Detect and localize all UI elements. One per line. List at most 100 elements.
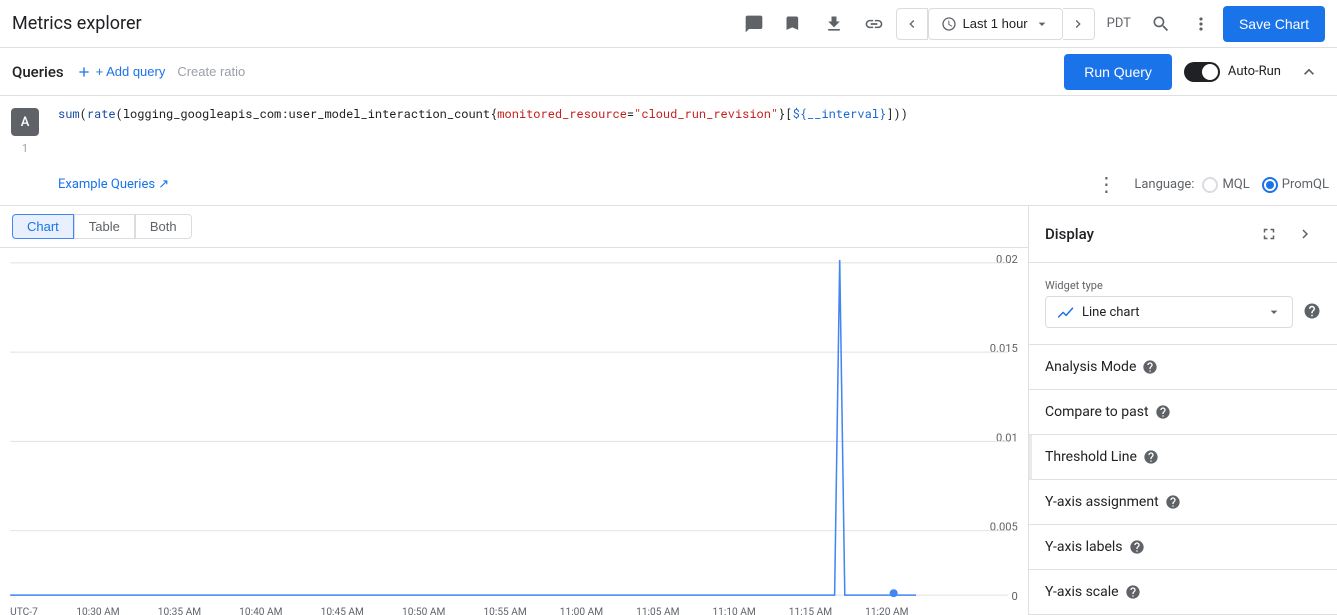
prev-btn[interactable] xyxy=(896,8,928,40)
svg-text:11:20 AM: 11:20 AM xyxy=(865,607,908,615)
promql-radio[interactable]: PromQL xyxy=(1262,177,1329,193)
panel-section-left-analysis-mode: Analysis Mode xyxy=(1045,359,1158,375)
chat-icon-btn[interactable] xyxy=(736,6,772,42)
widget-type-label: Widget type xyxy=(1045,279,1321,292)
queries-left: Queries + Add query Create ratio xyxy=(12,63,245,81)
language-toggle: Language: MQL PromQL xyxy=(1134,177,1329,193)
widget-type-select[interactable]: Line chart xyxy=(1045,296,1293,328)
display-panel-header: Display xyxy=(1029,206,1337,263)
queries-title: Queries xyxy=(12,63,64,81)
query-code[interactable]: sum(rate(logging_googleapis_com:user_mod… xyxy=(58,104,1329,124)
promql-radio-circle xyxy=(1262,177,1278,193)
panel-section-threshold-line[interactable]: Threshold Line xyxy=(1029,435,1337,480)
help-icon-y-axis-labels[interactable] xyxy=(1129,539,1145,555)
panel-section-title-y-axis-assignment: Y-axis assignment xyxy=(1045,494,1159,510)
next-btn[interactable] xyxy=(1063,8,1095,40)
query-func-sum: sum xyxy=(58,106,80,122)
chart-line xyxy=(10,260,916,595)
query-editor-content[interactable]: sum(rate(logging_googleapis_com:user_mod… xyxy=(50,96,1337,205)
svg-text:11:00 AM: 11:00 AM xyxy=(560,607,603,615)
panel-section-analysis-mode[interactable]: Analysis Mode xyxy=(1029,345,1337,390)
auto-run-label: Auto-Run xyxy=(1228,64,1281,79)
svg-text:0.015: 0.015 xyxy=(990,342,1018,355)
example-queries-link[interactable]: Example Queries ↗ xyxy=(58,177,169,192)
help-icon-y-axis-assignment[interactable] xyxy=(1165,494,1181,510)
panel-section-left-threshold-line: Threshold Line xyxy=(1045,449,1159,465)
bookmark-icon-btn[interactable] xyxy=(776,6,812,42)
time-range-btn[interactable]: Last 1 hour xyxy=(928,8,1063,40)
download-icon xyxy=(824,14,844,34)
svg-text:0: 0 xyxy=(1012,590,1018,603)
chevron-left-icon xyxy=(904,16,920,32)
tab-chart[interactable]: Chart xyxy=(12,214,74,239)
panel-section-title-y-axis-scale: Y-axis scale xyxy=(1045,584,1119,600)
time-range-label: Last 1 hour xyxy=(963,16,1028,31)
top-bar-left: Metrics explorer xyxy=(12,13,142,34)
svg-text:11:15 AM: 11:15 AM xyxy=(789,607,832,615)
search-icon-btn[interactable] xyxy=(1143,6,1179,42)
add-query-button[interactable]: + Add query xyxy=(76,64,166,80)
help-icon-compare-to-past[interactable] xyxy=(1155,404,1171,420)
help-icon-analysis-mode[interactable] xyxy=(1142,359,1158,375)
panel-section-title-compare-to-past: Compare to past xyxy=(1045,404,1149,420)
svg-text:10:45 AM: 10:45 AM xyxy=(321,607,364,615)
chart-tabs: Chart Table Both xyxy=(0,206,1028,248)
top-bar-icons: Last 1 hour PDT Save Chart xyxy=(736,6,1325,42)
query-badge: A xyxy=(11,108,39,136)
tab-both[interactable]: Both xyxy=(135,214,192,239)
auto-run-toggle-switch[interactable] xyxy=(1184,62,1220,82)
download-icon-btn[interactable] xyxy=(816,6,852,42)
radio-group: MQL PromQL xyxy=(1202,177,1329,193)
chevron-right-icon xyxy=(1070,16,1086,32)
link-icon-btn[interactable] xyxy=(856,6,892,42)
chart-container: 0.02 0.015 0.01 0.005 0 UTC-7 10:30 AM 1… xyxy=(0,248,1028,615)
queries-bar: Queries + Add query Create ratio Run Que… xyxy=(0,48,1337,96)
query-var: ${__interval} xyxy=(793,106,887,122)
query-label: A 1 xyxy=(0,96,50,205)
help-icon-y-axis-scale[interactable] xyxy=(1125,584,1141,600)
collapse-queries-button[interactable] xyxy=(1293,56,1325,88)
widget-type-section: Widget type Line chart xyxy=(1029,263,1337,345)
save-chart-button[interactable]: Save Chart xyxy=(1223,6,1325,42)
help-icon-threshold-line[interactable] xyxy=(1143,449,1159,465)
more-vert-icon-btn[interactable] xyxy=(1183,6,1219,42)
dropdown-arrow-icon xyxy=(1034,16,1050,32)
expand-icon xyxy=(1260,225,1278,243)
tab-table[interactable]: Table xyxy=(74,214,135,239)
query-editor-row: A 1 sum(rate(logging_googleapis_com:user… xyxy=(0,96,1337,206)
panel-section-left-compare-to-past: Compare to past xyxy=(1045,404,1171,420)
panel-section-y-axis-assignment[interactable]: Y-axis assignment xyxy=(1029,480,1337,525)
top-bar: Metrics explorer Last 1 hour xyxy=(0,0,1337,48)
panel-sections-container: Analysis Mode Compare to past Threshold Li… xyxy=(1029,345,1337,615)
panel-section-title-y-axis-labels: Y-axis labels xyxy=(1045,539,1123,555)
right-panel: Display Widget type Line chart xyxy=(1029,206,1337,615)
create-ratio-button[interactable]: Create ratio xyxy=(177,64,245,79)
panel-section-y-axis-labels[interactable]: Y-axis labels xyxy=(1029,525,1337,570)
toggle-knob xyxy=(1202,64,1218,80)
query-more-button[interactable]: ⋮ xyxy=(1090,170,1122,199)
line-chart-icon xyxy=(1056,303,1074,321)
promql-label: PromQL xyxy=(1282,177,1329,192)
svg-text:10:35 AM: 10:35 AM xyxy=(158,607,201,615)
svg-text:0.005: 0.005 xyxy=(990,521,1018,534)
link-icon xyxy=(864,14,884,34)
chart-svg: 0.02 0.015 0.01 0.005 0 UTC-7 10:30 AM 1… xyxy=(0,248,1028,615)
query-func-rate: rate xyxy=(87,106,116,122)
panel-header-actions xyxy=(1253,218,1321,250)
svg-text:10:50 AM: 10:50 AM xyxy=(402,607,445,615)
widget-type-help-btn[interactable] xyxy=(1303,302,1321,323)
panel-section-left-y-axis-scale: Y-axis scale xyxy=(1045,584,1141,600)
svg-text:0.02: 0.02 xyxy=(996,253,1018,266)
run-query-button[interactable]: Run Query xyxy=(1064,54,1172,90)
main-content: Chart Table Both 0.02 0.015 0.01 0.005 0… xyxy=(0,206,1337,615)
mql-radio[interactable]: MQL xyxy=(1202,177,1249,193)
panel-section-left-y-axis-labels: Y-axis labels xyxy=(1045,539,1145,555)
language-label: Language: xyxy=(1134,177,1194,192)
panel-collapse-right-btn[interactable] xyxy=(1289,218,1321,250)
search-icon xyxy=(1151,14,1171,34)
more-vert-icon xyxy=(1191,14,1211,34)
panel-section-compare-to-past[interactable]: Compare to past xyxy=(1029,390,1337,435)
panel-expand-btn[interactable] xyxy=(1253,218,1285,250)
clock-icon xyxy=(941,16,957,32)
panel-section-y-axis-scale[interactable]: Y-axis scale xyxy=(1029,570,1337,615)
